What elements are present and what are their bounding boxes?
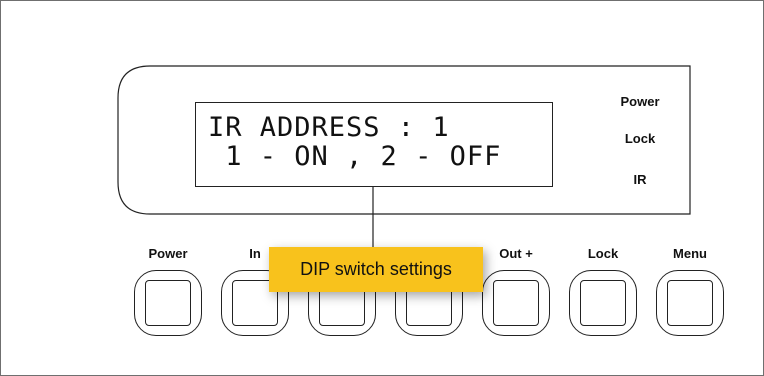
power-button-face: [145, 280, 191, 326]
power-button-label: Power: [148, 246, 188, 261]
power-button[interactable]: [134, 270, 202, 336]
out-plus-button-face: [493, 280, 539, 326]
lock-indicator-label: Lock: [624, 131, 656, 146]
lcd-line-1: IR ADDRESS : 1: [208, 112, 450, 143]
panel-outline-layer: [117, 65, 691, 248]
lock-button[interactable]: [569, 270, 637, 336]
menu-button-label: Menu: [673, 246, 707, 261]
lcd-line-2: 1 - ON , 2 - OFF: [208, 141, 502, 172]
lock-button-face: [580, 280, 626, 326]
dip-switch-callout: DIP switch settings: [269, 247, 483, 292]
out-plus-button[interactable]: [482, 270, 550, 336]
power-indicator-label: Power: [620, 94, 660, 109]
out-plus-button-label: Out +: [499, 246, 533, 261]
ir-indicator-label: IR: [633, 172, 647, 187]
lock-button-label: Lock: [587, 246, 619, 261]
lcd-screen: IR ADDRESS : 1 1 - ON , 2 - OFF: [195, 102, 553, 187]
menu-button-face: [667, 280, 713, 326]
menu-button[interactable]: [656, 270, 724, 336]
